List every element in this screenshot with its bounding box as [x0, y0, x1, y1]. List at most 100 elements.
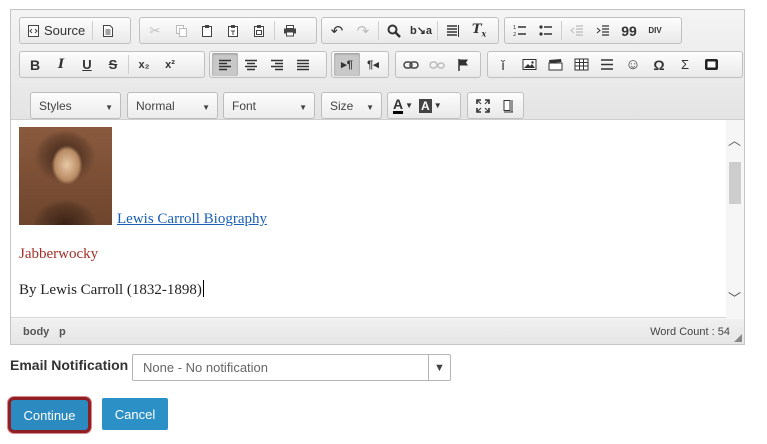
text-direction-ltr-button[interactable]: ▸¶ — [334, 53, 360, 76]
biography-link[interactable]: Lewis Carroll Biography — [117, 211, 267, 228]
blockquote-button[interactable]: 99 — [616, 19, 642, 42]
scrollbar-thumb[interactable] — [729, 162, 741, 204]
styles-combo[interactable]: Styles ▼ — [30, 92, 121, 119]
smiley-button[interactable]: ☺ — [620, 53, 646, 76]
chevron-down-icon: ▼ — [433, 101, 442, 110]
subscript-button[interactable]: x₂ — [131, 53, 157, 76]
toolbar-separator — [92, 21, 94, 40]
chevron-down-icon: ▼ — [105, 103, 113, 112]
outdent-button[interactable] — [564, 19, 590, 42]
font-combo[interactable]: Font ▼ — [223, 92, 315, 119]
format-combo[interactable]: Normal ▼ — [127, 92, 218, 119]
chevron-down-icon: ▼ — [405, 101, 414, 110]
table-button[interactable] — [568, 53, 594, 76]
chevron-up-icon[interactable]: ︿ — [728, 130, 741, 149]
paste-text-icon — [228, 24, 238, 37]
continue-button[interactable]: Continue — [8, 397, 91, 433]
math-button[interactable]: Σ — [672, 53, 698, 76]
italic-button[interactable]: I — [48, 53, 74, 76]
background-color-button[interactable]: A ▼ — [416, 94, 445, 117]
link-button[interactable] — [398, 53, 424, 76]
remove-format-icon: Tx — [471, 22, 487, 39]
cut-button[interactable]: ✂ — [142, 19, 168, 42]
source-button[interactable]: Source — [22, 19, 90, 42]
paste-text-button[interactable] — [220, 19, 246, 42]
chevron-down-icon[interactable]: ▼ — [428, 355, 450, 380]
lewis-carroll-portrait-image[interactable] — [19, 127, 112, 225]
editor-statusbar: body p Word Count : 54 — [11, 319, 744, 344]
text-color-button[interactable]: A ▼ — [390, 94, 416, 117]
bold-button[interactable]: B — [22, 53, 48, 76]
text-direction-rtl-button[interactable]: ¶◂ — [360, 53, 386, 76]
replace-button[interactable]: b↘a — [407, 19, 435, 42]
size-combo[interactable]: Size ▼ — [321, 92, 382, 119]
undo-icon: ↶ — [330, 22, 344, 40]
underline-button[interactable]: U — [74, 53, 100, 76]
media-button[interactable] — [698, 53, 724, 76]
image-button[interactable] — [516, 53, 542, 76]
numbered-list-button[interactable]: 12 — [507, 19, 533, 42]
indent-button[interactable] — [590, 19, 616, 42]
element-path-body[interactable]: body — [23, 326, 49, 338]
indent-icon — [596, 25, 609, 36]
superscript-button[interactable]: x² — [157, 53, 183, 76]
select-all-button[interactable] — [440, 19, 466, 42]
audio-button[interactable]: ǐ — [490, 53, 516, 76]
replace-icon: b↘a — [410, 25, 433, 37]
paste-word-button[interactable] — [246, 19, 272, 42]
templates-button[interactable] — [95, 19, 121, 42]
email-notification-select[interactable]: None - No notification ▼ — [132, 354, 451, 381]
movie-button[interactable] — [542, 53, 568, 76]
align-center-button[interactable] — [238, 53, 264, 76]
print-icon — [284, 25, 296, 37]
cancel-label: Cancel — [114, 406, 156, 422]
special-character-button[interactable]: Ω — [646, 53, 672, 76]
smiley-icon: ☺ — [625, 56, 641, 73]
justify-icon — [297, 59, 309, 70]
underline-icon: U — [82, 57, 92, 72]
align-right-button[interactable] — [264, 53, 290, 76]
email-notification-label: Email Notification — [10, 357, 129, 373]
horizontal-line-button[interactable] — [594, 53, 620, 76]
chevron-down-icon[interactable]: ﹀ — [728, 288, 741, 307]
blockquote-icon: 99 — [621, 22, 637, 39]
cancel-button[interactable]: Cancel — [102, 398, 168, 430]
align-left-icon — [219, 59, 231, 70]
word-count: Word Count : 54 — [650, 326, 730, 338]
editor-scrollbar[interactable]: ︿ ﹀ — [726, 120, 744, 318]
redo-button[interactable]: ↷ — [350, 19, 376, 42]
movie-icon — [548, 59, 562, 71]
justify-button[interactable] — [290, 53, 316, 76]
maximize-button[interactable] — [470, 94, 496, 117]
superscript-icon: x² — [165, 58, 175, 71]
remove-format-button[interactable]: Tx — [466, 19, 492, 42]
unlink-button[interactable] — [424, 53, 450, 76]
element-path-p[interactable]: p — [59, 326, 66, 338]
background-color-icon: A — [419, 98, 432, 113]
create-div-button[interactable]: DIV — [642, 19, 668, 42]
media-icon — [704, 59, 718, 70]
size-label: Size — [330, 98, 354, 113]
copy-button[interactable] — [168, 19, 194, 42]
toolbar-separator — [378, 21, 379, 40]
align-left-button[interactable] — [212, 53, 238, 76]
paste-button[interactable] — [194, 19, 220, 42]
editor-content-area[interactable]: Lewis Carroll Biography Jabberwocky By L… — [11, 120, 744, 318]
resize-grip-icon[interactable] — [734, 334, 742, 342]
author-line: By Lewis Carroll (1832-1898) — [19, 280, 204, 299]
editor-toolbar: Source ✂ ↶ ↷ b↘a Tx 1 2 99 DIV B I U S x… — [11, 10, 744, 120]
chevron-down-icon: ▼ — [366, 103, 374, 112]
strikethrough-button[interactable]: S — [100, 53, 126, 76]
source-label: Source — [44, 23, 86, 38]
find-button[interactable] — [381, 19, 407, 42]
anchor-button[interactable] — [450, 53, 476, 76]
continue-label: Continue — [23, 407, 76, 423]
show-blocks-button[interactable] — [496, 94, 522, 117]
svg-text:1: 1 — [513, 25, 516, 31]
print-button[interactable] — [277, 19, 303, 42]
anchor-flag-icon — [457, 58, 468, 71]
undo-button[interactable]: ↶ — [324, 19, 350, 42]
text-caret — [202, 280, 204, 297]
text-direction-rtl-icon: ¶◂ — [367, 59, 379, 71]
bulleted-list-button[interactable] — [533, 19, 559, 42]
